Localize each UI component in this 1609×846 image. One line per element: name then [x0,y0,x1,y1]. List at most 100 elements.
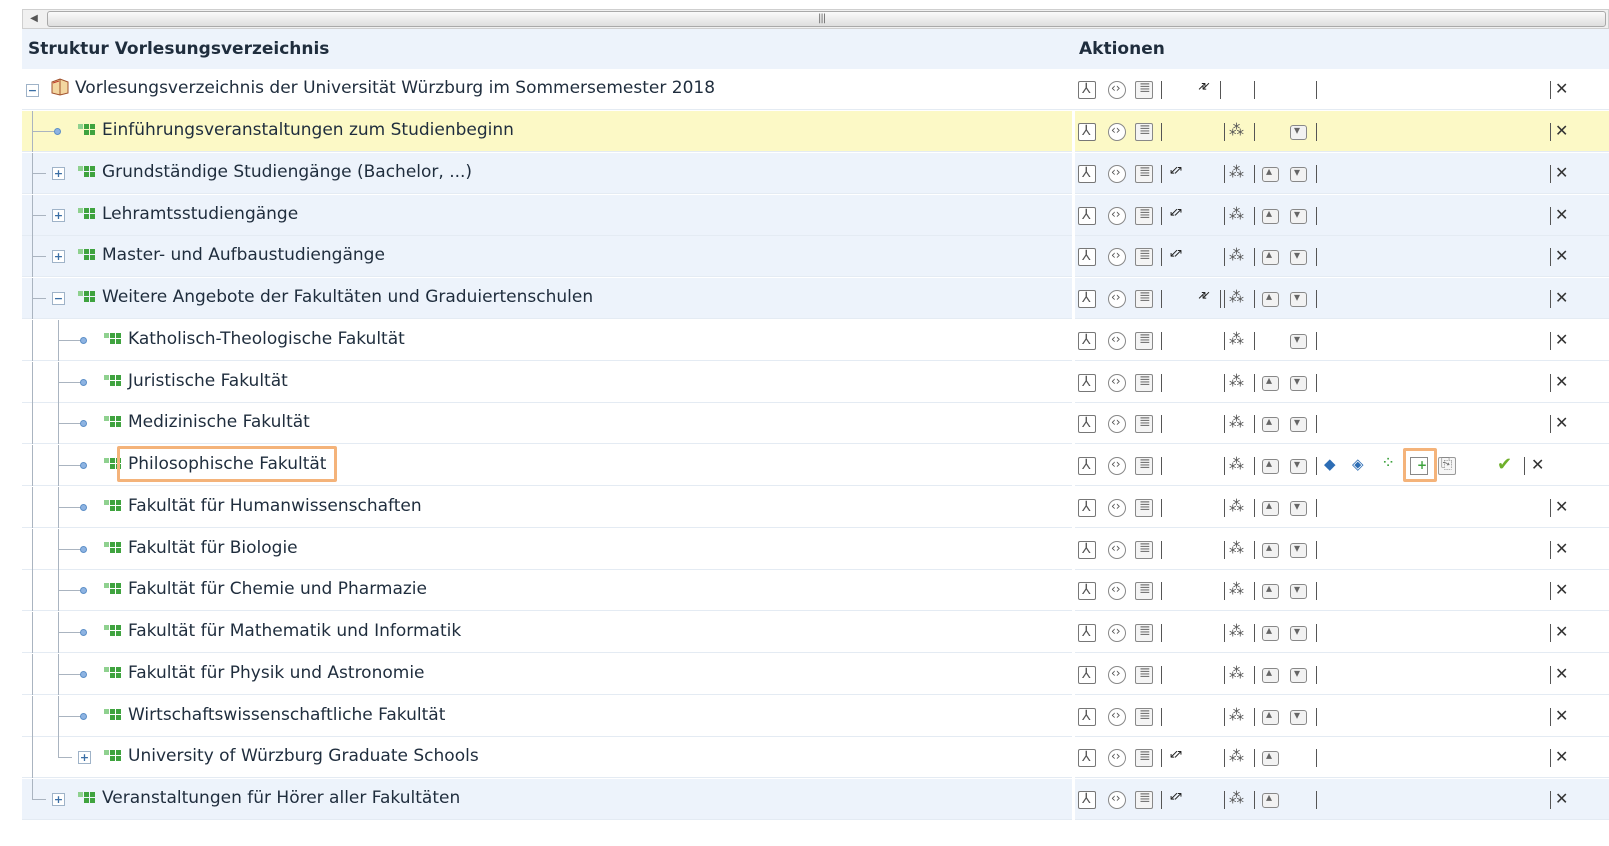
structure-icon[interactable] [1228,413,1246,433]
tree-label[interactable]: Lehramtsstudiengänge [102,204,298,224]
pdf-icon[interactable] [1078,498,1096,517]
collapse-all-icon[interactable] [1197,288,1218,308]
report-icon[interactable] [1135,206,1153,225]
horizontal-scrollbar[interactable]: ◀ ||| [22,9,1609,29]
pdf-icon[interactable] [1078,415,1096,434]
close-icon[interactable] [1554,163,1572,183]
move-up-icon[interactable] [1262,623,1279,641]
tree-label[interactable]: Juristische Fakultät [128,371,288,391]
code-icon[interactable] [1108,749,1126,768]
tree-label[interactable]: University of Würzburg Graduate Schools [128,746,479,766]
move-down-icon[interactable] [1290,541,1307,558]
pdf-icon[interactable] [1078,540,1096,559]
structure-icon[interactable] [1228,205,1246,225]
pdf-icon[interactable] [1078,290,1096,308]
close-icon[interactable] [1554,79,1572,99]
tree-label[interactable]: Weitere Angebote der Fakultäten und Grad… [102,287,593,307]
report-icon[interactable] [1135,456,1153,475]
close-icon[interactable] [1554,706,1572,726]
cancel-icon[interactable] [1530,455,1548,475]
structure-icon[interactable] [1228,706,1246,726]
move-down-icon[interactable] [1290,248,1307,266]
tree-label[interactable]: Fakultät für Mathematik und Informatik [128,621,461,641]
expand-all-icon[interactable] [1169,789,1190,809]
structure-icon[interactable] [1228,246,1246,266]
structure-icon[interactable] [1228,372,1246,392]
move-down-icon[interactable] [1290,123,1307,140]
move-up-icon[interactable] [1262,164,1279,182]
close-icon[interactable] [1554,497,1572,517]
code-icon[interactable] [1108,290,1126,308]
collapse-toggle-icon[interactable]: − [52,292,65,305]
code-icon[interactable] [1108,373,1126,392]
code-icon[interactable] [1108,665,1126,684]
layers-icon[interactable] [1322,455,1340,475]
close-icon[interactable] [1554,747,1572,767]
structure-icon[interactable] [1228,163,1246,183]
move-down-icon[interactable] [1290,165,1307,182]
move-down-icon[interactable] [1290,207,1307,224]
code-icon[interactable] [1108,206,1126,225]
expand-all-icon[interactable] [1169,205,1190,225]
code-icon[interactable] [1108,707,1126,726]
move-down-icon[interactable] [1290,290,1307,307]
close-icon[interactable] [1554,413,1572,433]
code-icon[interactable] [1108,498,1126,517]
pdf-icon[interactable] [1078,749,1096,768]
report-icon[interactable] [1135,373,1153,392]
pdf-icon[interactable] [1078,457,1096,475]
expand-toggle-icon[interactable]: + [52,166,65,180]
structure-icon[interactable] [1228,455,1246,475]
tree-label[interactable]: Veranstaltungen für Hörer aller Fakultät… [102,788,460,808]
pdf-icon[interactable] [1078,81,1096,99]
report-icon[interactable] [1135,707,1153,726]
expand-all-icon[interactable] [1169,163,1190,183]
move-up-icon[interactable] [1262,581,1279,600]
tree-label[interactable]: Katholisch-Theologische Fakultät [128,329,405,349]
code-icon[interactable] [1108,164,1126,183]
move-up-icon[interactable] [1262,665,1279,683]
move-up-icon[interactable] [1262,289,1279,307]
expand-all-icon[interactable] [1169,246,1190,266]
close-icon[interactable] [1554,789,1572,809]
structure-icon[interactable] [1228,121,1246,141]
close-icon[interactable] [1554,246,1572,266]
expand-toggle-icon[interactable]: + [52,793,65,806]
code-icon[interactable] [1108,582,1126,601]
close-icon[interactable] [1554,622,1572,642]
code-icon[interactable] [1108,123,1126,141]
tree-label[interactable]: Grundständige Studiengänge (Bachelor, ..… [102,162,472,182]
report-icon[interactable] [1135,498,1153,517]
move-up-icon[interactable] [1262,790,1279,808]
pdf-icon[interactable] [1078,331,1096,350]
close-icon[interactable] [1554,121,1572,141]
report-icon[interactable] [1135,414,1153,434]
move-up-icon[interactable] [1262,748,1279,767]
report-icon[interactable] [1135,665,1153,684]
close-icon[interactable] [1554,664,1572,684]
code-icon[interactable] [1108,540,1126,559]
structure-icon[interactable] [1228,789,1246,809]
pdf-icon[interactable] [1078,248,1096,267]
close-icon[interactable] [1554,580,1572,600]
move-down-icon[interactable] [1290,457,1307,474]
pdf-icon[interactable] [1078,624,1096,642]
pdf-icon[interactable] [1078,665,1096,684]
pdf-icon[interactable] [1078,707,1096,726]
tree-label[interactable]: Fakultät für Chemie und Pharmazie [128,579,427,599]
close-icon[interactable] [1554,205,1572,225]
move-down-icon[interactable] [1290,332,1307,349]
move-up-icon[interactable] [1262,707,1279,725]
expand-toggle-icon[interactable]: + [52,250,65,264]
code-icon[interactable] [1108,624,1126,642]
pdf-icon[interactable] [1078,582,1096,601]
move-up-icon[interactable] [1262,206,1279,224]
move-down-icon[interactable] [1290,708,1307,725]
close-icon[interactable] [1554,288,1572,308]
tree-label[interactable]: Medizinische Fakultät [128,412,310,432]
report-icon[interactable] [1135,748,1153,768]
report-icon[interactable] [1135,80,1153,99]
collapse-all-icon[interactable] [1197,79,1218,99]
structure-icon[interactable] [1228,539,1246,559]
code-icon[interactable] [1108,81,1126,99]
